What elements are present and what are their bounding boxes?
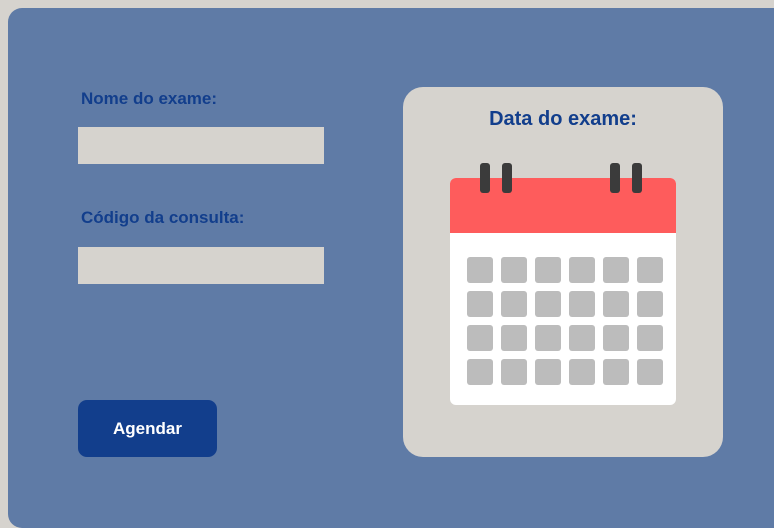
calendar-day-cell <box>501 325 527 351</box>
calendar-day-cell <box>569 325 595 351</box>
calendar-day-cell <box>569 257 595 283</box>
calendar-day-cell <box>467 359 493 385</box>
calendar-day-cell <box>501 257 527 283</box>
calendar-page <box>450 178 676 405</box>
calendar-day-cell <box>535 325 561 351</box>
appointment-code-label: Código da consulta: <box>81 208 245 227</box>
calendar-day-cell <box>637 325 663 351</box>
calendar-day-cell <box>637 291 663 317</box>
calendar-day-cell <box>535 359 561 385</box>
calendar-day-cell <box>603 359 629 385</box>
calendar-day-cell <box>603 291 629 317</box>
calendar-day-cell <box>467 257 493 283</box>
calendar-day-cell <box>569 359 595 385</box>
calendar-day-cell <box>637 359 663 385</box>
calendar-day-cell <box>535 291 561 317</box>
calendar-icon[interactable] <box>450 163 676 405</box>
calendar-day-cell <box>467 325 493 351</box>
calendar-day-cell <box>603 325 629 351</box>
calendar-day-cell <box>569 291 595 317</box>
calendar-day-cell <box>603 257 629 283</box>
exam-name-label: Nome do exame: <box>81 89 218 108</box>
schedule-button[interactable]: Agendar <box>78 400 217 457</box>
exam-date-title: Data do exame: <box>489 108 637 130</box>
calendar-ring <box>610 163 620 193</box>
calendar-day-cell <box>501 291 527 317</box>
appointment-code-input[interactable] <box>78 247 324 284</box>
calendar-day-cell <box>535 257 561 283</box>
calendar-day-cell <box>637 257 663 283</box>
calendar-ring <box>632 163 642 193</box>
calendar-day-grid <box>467 257 663 385</box>
form-card: Nome do exame: Código da consulta: Agend… <box>8 8 774 528</box>
calendar-day-cell <box>501 359 527 385</box>
calendar-ring <box>502 163 512 193</box>
calendar-ring <box>480 163 490 193</box>
calendar-day-cell <box>467 291 493 317</box>
exam-name-input[interactable] <box>78 127 324 164</box>
exam-date-panel: Data do exame: <box>403 87 723 457</box>
